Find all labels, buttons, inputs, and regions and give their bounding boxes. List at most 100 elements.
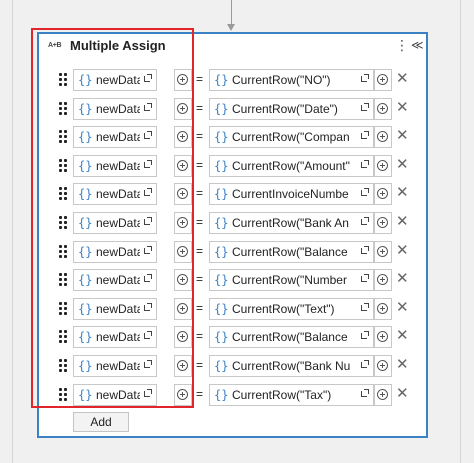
- more-options-icon[interactable]: ⋮: [395, 36, 409, 54]
- expand-editor-icon[interactable]: [361, 389, 369, 397]
- value-field[interactable]: {} CurrentRow("Compan: [209, 126, 374, 148]
- plus-menu-button[interactable]: [374, 298, 392, 320]
- flow-arrow-icon: [227, 24, 235, 31]
- value-expression: CurrentRow("Number: [232, 273, 347, 287]
- plus-icon: [377, 103, 388, 114]
- remove-row-icon[interactable]: ✕: [396, 127, 409, 145]
- value-field[interactable]: {} CurrentRow("Amount": [209, 155, 374, 177]
- value-field[interactable]: {} CurrentRow("Date"): [209, 98, 374, 120]
- equals-sign: =: [196, 387, 204, 401]
- value-field[interactable]: {} CurrentRow("NO"): [209, 69, 374, 91]
- equals-sign: =: [196, 186, 204, 200]
- plus-menu-button[interactable]: [374, 269, 392, 291]
- plus-icon: [377, 188, 388, 199]
- remove-row-icon[interactable]: ✕: [396, 327, 409, 345]
- remove-row-icon[interactable]: ✕: [396, 356, 409, 374]
- value-expression: CurrentRow("NO"): [232, 73, 331, 87]
- add-button[interactable]: Add: [73, 412, 129, 432]
- plus-icon: [377, 360, 388, 371]
- expand-editor-icon[interactable]: [361, 331, 369, 339]
- remove-row-icon[interactable]: ✕: [396, 184, 409, 202]
- plus-icon: [377, 131, 388, 142]
- plus-menu-button[interactable]: [374, 355, 392, 377]
- variable-icon: {}: [214, 330, 229, 344]
- flow-connector: [231, 0, 232, 26]
- plus-icon: [377, 74, 388, 85]
- value-expression: CurrentRow("Bank Nu: [232, 359, 350, 373]
- variable-icon: {}: [214, 187, 229, 201]
- variable-icon: {}: [214, 216, 229, 230]
- collapse-icon[interactable]: ≪: [411, 37, 424, 53]
- plus-menu-button[interactable]: [374, 183, 392, 205]
- remove-row-icon[interactable]: ✕: [396, 242, 409, 260]
- value-field[interactable]: {} CurrentRow("Text"): [209, 298, 374, 320]
- variable-icon: {}: [214, 245, 229, 259]
- variable-icon: {}: [214, 73, 229, 87]
- value-field[interactable]: {} CurrentRow("Bank Nu: [209, 355, 374, 377]
- plus-menu-button[interactable]: [374, 384, 392, 406]
- value-expression: CurrentRow("Amount": [232, 159, 350, 173]
- equals-sign: =: [196, 101, 204, 115]
- expand-editor-icon[interactable]: [361, 188, 369, 196]
- equals-sign: =: [196, 158, 204, 172]
- expand-editor-icon[interactable]: [361, 160, 369, 168]
- canvas-rail-left: [12, 0, 13, 463]
- plus-icon: [377, 160, 388, 171]
- expand-editor-icon[interactable]: [361, 217, 369, 225]
- plus-menu-button[interactable]: [374, 212, 392, 234]
- plus-icon: [377, 303, 388, 314]
- value-field[interactable]: {} CurrentRow("Balance: [209, 241, 374, 263]
- value-expression: CurrentRow("Compan: [232, 130, 350, 144]
- expand-editor-icon[interactable]: [361, 74, 369, 82]
- expand-editor-icon[interactable]: [361, 360, 369, 368]
- plus-menu-button[interactable]: [374, 98, 392, 120]
- variable-icon: {}: [214, 388, 229, 402]
- expand-editor-icon[interactable]: [361, 274, 369, 282]
- expand-editor-icon[interactable]: [361, 303, 369, 311]
- canvas-rail-right: [460, 0, 461, 463]
- plus-menu-button[interactable]: [374, 241, 392, 263]
- plus-icon: [377, 217, 388, 228]
- remove-row-icon[interactable]: ✕: [396, 156, 409, 174]
- expand-editor-icon[interactable]: [361, 246, 369, 254]
- equals-sign: =: [196, 329, 204, 343]
- variable-icon: {}: [214, 102, 229, 116]
- remove-row-icon[interactable]: ✕: [396, 99, 409, 117]
- remove-row-icon[interactable]: ✕: [396, 213, 409, 231]
- plus-icon: [377, 246, 388, 257]
- plus-icon: [377, 331, 388, 342]
- value-field[interactable]: {} CurrentRow("Balance: [209, 326, 374, 348]
- plus-icon: [377, 389, 388, 400]
- value-field[interactable]: {} CurrentInvoiceNumbe: [209, 183, 374, 205]
- value-expression: CurrentRow("Balance: [232, 330, 348, 344]
- highlight-box: [31, 28, 194, 408]
- remove-row-icon[interactable]: ✕: [396, 70, 409, 88]
- expand-editor-icon[interactable]: [361, 131, 369, 139]
- value-field[interactable]: {} CurrentRow("Bank An: [209, 212, 374, 234]
- variable-icon: {}: [214, 359, 229, 373]
- variable-icon: {}: [214, 302, 229, 316]
- equals-sign: =: [196, 301, 204, 315]
- variable-icon: {}: [214, 273, 229, 287]
- equals-sign: =: [196, 272, 204, 286]
- remove-row-icon[interactable]: ✕: [396, 270, 409, 288]
- variable-icon: {}: [214, 130, 229, 144]
- plus-menu-button[interactable]: [374, 126, 392, 148]
- equals-sign: =: [196, 244, 204, 258]
- plus-menu-button[interactable]: [374, 69, 392, 91]
- remove-row-icon[interactable]: ✕: [396, 299, 409, 317]
- value-expression: CurrentRow("Date"): [232, 102, 338, 116]
- value-field[interactable]: {} CurrentRow("Number: [209, 269, 374, 291]
- equals-sign: =: [196, 215, 204, 229]
- value-field[interactable]: {} CurrentRow("Tax"): [209, 384, 374, 406]
- expand-editor-icon[interactable]: [361, 103, 369, 111]
- equals-sign: =: [196, 358, 204, 372]
- value-expression: CurrentRow("Balance: [232, 245, 348, 259]
- value-expression: CurrentRow("Tax"): [232, 388, 332, 402]
- plus-icon: [377, 274, 388, 285]
- plus-menu-button[interactable]: [374, 155, 392, 177]
- plus-menu-button[interactable]: [374, 326, 392, 348]
- value-expression: CurrentRow("Bank An: [232, 216, 349, 230]
- variable-icon: {}: [214, 159, 229, 173]
- remove-row-icon[interactable]: ✕: [396, 385, 409, 403]
